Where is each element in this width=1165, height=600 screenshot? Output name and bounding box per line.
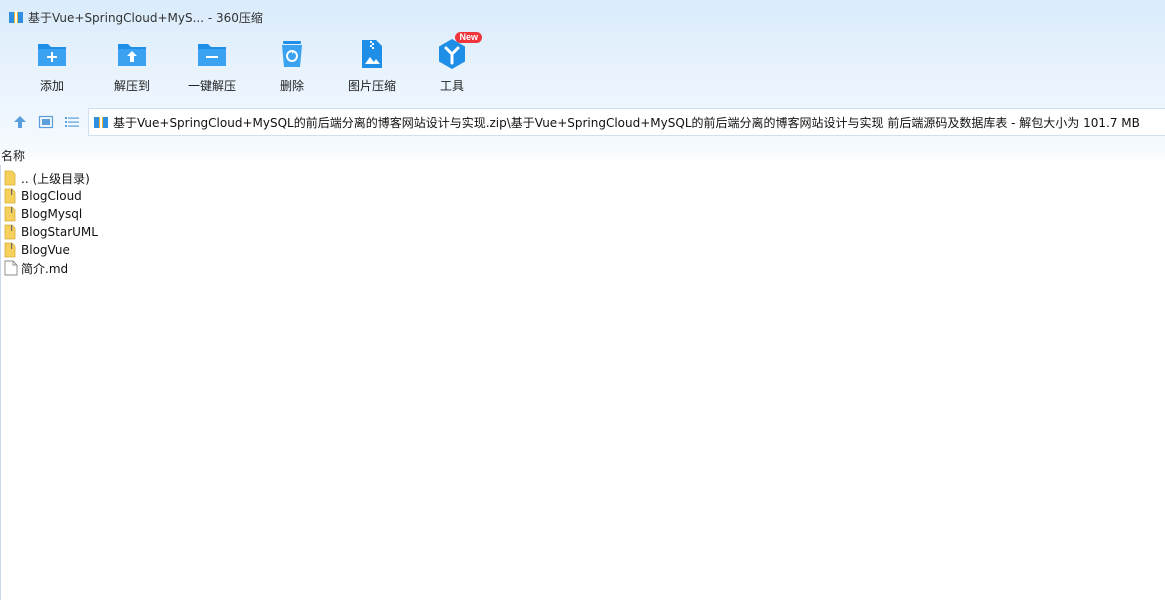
one-click-extract-button[interactable]: 一键解压	[172, 38, 252, 98]
one-click-extract-label: 一键解压	[187, 79, 236, 93]
path-text: 基于Vue+SpringCloud+MySQL的前后端分离的博客网站设计与实现.…	[113, 115, 1140, 130]
delete-label: 删除	[279, 79, 304, 93]
arrow-up-icon[interactable]	[12, 114, 28, 130]
new-badge: New	[455, 32, 482, 43]
folder-extract-icon	[118, 44, 146, 66]
list-item-name: BlogStarUML	[21, 225, 98, 239]
list-item[interactable]: BlogCloud	[4, 187, 98, 205]
archive-folder-icon	[4, 224, 16, 240]
archive-folder-icon	[4, 188, 16, 204]
divider	[0, 165, 1, 600]
list-view-icon[interactable]	[64, 114, 80, 130]
list-item[interactable]: BlogVue	[4, 241, 98, 259]
list-item[interactable]: BlogMysql	[4, 205, 98, 223]
tools-icon-wrap: New	[436, 32, 482, 70]
tools-button[interactable]: New 工具	[412, 32, 492, 98]
trash-icon	[282, 41, 302, 67]
path-bar[interactable]: 基于Vue+SpringCloud+MySQL的前后端分离的博客网站设计与实现.…	[88, 108, 1165, 136]
window-title: 基于Vue+SpringCloud+MyS... - 360压缩	[28, 10, 263, 25]
add-label: 添加	[39, 79, 64, 93]
list-item[interactable]: 简介.md	[4, 259, 98, 277]
file-list: .. (上级目录) BlogCloud BlogMysql BlogStarUM…	[4, 169, 98, 277]
tools-label: 工具	[439, 79, 464, 93]
list-item-name: .. (上级目录)	[21, 171, 90, 186]
folder-minus-icon	[198, 44, 226, 66]
extract-to-label: 解压到	[113, 79, 150, 93]
thumbnail-view-icon[interactable]	[38, 114, 54, 130]
document-icon	[4, 260, 18, 276]
toolbar: 添加 解压到 一键解压 删除 图片压缩 New 工具	[12, 32, 492, 98]
folder-add-icon	[38, 44, 66, 66]
list-item-name: BlogCloud	[21, 189, 82, 203]
archive-folder-icon	[4, 242, 16, 258]
list-item-name: BlogMysql	[21, 207, 83, 221]
image-compress-icon	[362, 40, 382, 68]
image-compress-label: 图片压缩	[347, 79, 396, 93]
column-header-name[interactable]: 名称	[0, 147, 25, 163]
delete-button[interactable]: 删除	[252, 38, 332, 98]
title-bar: 基于Vue+SpringCloud+MyS... - 360压缩	[0, 0, 1165, 34]
archive-icon	[94, 116, 108, 128]
list-item[interactable]: BlogStarUML	[4, 223, 98, 241]
image-compress-button[interactable]: 图片压缩	[332, 38, 412, 98]
archive-icon	[9, 11, 23, 23]
list-item-name: BlogVue	[21, 243, 70, 257]
navigation-bar: 基于Vue+SpringCloud+MySQL的前后端分离的博客网站设计与实现.…	[0, 108, 1165, 136]
add-button[interactable]: 添加	[12, 38, 92, 98]
folder-icon	[4, 170, 16, 186]
extract-to-button[interactable]: 解压到	[92, 38, 172, 98]
archive-folder-icon	[4, 206, 16, 222]
list-item-name: 简介.md	[21, 261, 69, 276]
list-item-parent[interactable]: .. (上级目录)	[4, 169, 98, 187]
